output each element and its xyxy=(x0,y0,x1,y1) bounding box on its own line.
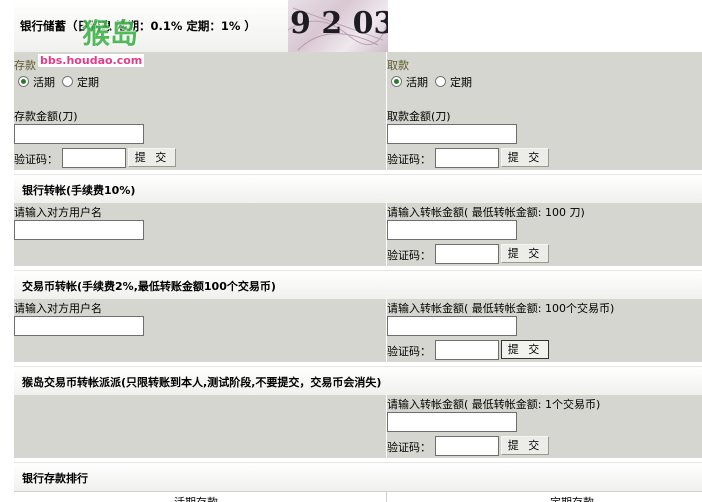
top-right-bar xyxy=(388,0,702,52)
bank-transfer-submit-button[interactable]: 提 交 xyxy=(501,244,549,263)
deposit-amount-input[interactable] xyxy=(14,124,144,144)
deposit-captcha-input[interactable] xyxy=(62,148,126,168)
monkey-transfer-captcha-label: 验证码： xyxy=(387,441,431,454)
coin-transfer-recipient-label: 请输入对方用户名 xyxy=(14,302,102,315)
withdraw-amount-input[interactable] xyxy=(387,124,517,144)
deposit-fixed-radio[interactable] xyxy=(62,76,73,87)
captcha-image: 9 2 03 xyxy=(288,0,388,52)
bank-transfer-captcha-input[interactable] xyxy=(435,244,499,264)
watermark-main: 猴岛 xyxy=(82,17,139,50)
withdraw-captcha-input[interactable] xyxy=(435,148,499,168)
ranking-columns: 活期存款 定期存款 xyxy=(14,491,702,502)
deposit-captcha-label: 验证码： xyxy=(14,153,58,166)
bank-transfer-captcha-label: 验证码： xyxy=(387,249,431,262)
withdraw-current-label: 活期 xyxy=(406,76,428,89)
deposit-current-radio[interactable] xyxy=(18,76,29,87)
coin-transfer-amount-label: 请输入转帐金额( 最低转帐金额: 100个交易币) xyxy=(387,302,615,315)
deposit-current-label: 活期 xyxy=(33,76,55,89)
deposit-submit-button[interactable]: 提 交 xyxy=(128,148,176,167)
monkey-transfer-amount-input[interactable] xyxy=(387,412,517,432)
coin-transfer-submit-button[interactable]: 提 交 xyxy=(501,340,549,359)
withdraw-captcha-label: 验证码： xyxy=(387,153,431,166)
bank-transfer-title: 银行转帐(手续费10%) xyxy=(22,184,136,197)
coin-transfer-recipient-input[interactable] xyxy=(14,316,144,336)
coin-transfer-title: 交易币转帐(手续费2%,最低转账金额100个交易币) xyxy=(22,280,276,293)
withdraw-submit-button[interactable]: 提 交 xyxy=(501,148,549,167)
monkey-transfer-title: 猴岛交易币转帐派派(只限转账到本人,测试阶段,不要提交，交易币会消失) xyxy=(22,376,382,389)
ranking-header: 银行存款排行 xyxy=(14,462,702,492)
coin-transfer-amount-input[interactable] xyxy=(387,316,517,336)
bank-transfer-amount-input[interactable] xyxy=(387,220,517,240)
deposit-title: 存款 xyxy=(14,59,36,72)
watermark-url: bbs.houdao.com xyxy=(38,54,145,67)
coin-transfer-captcha-label: 验证码： xyxy=(387,345,431,358)
withdraw-amount-label: 取款金额(刀) xyxy=(387,110,451,123)
monkey-transfer-amount-label: 请输入转帐金额( 最低转帐金额: 1个交易币) xyxy=(387,398,601,411)
ranking-title: 银行存款排行 xyxy=(22,472,88,485)
coin-transfer-captcha-input[interactable] xyxy=(435,340,499,360)
deposit-fixed-label: 定期 xyxy=(77,76,99,89)
captcha-code: 9 2 03 xyxy=(290,6,388,41)
withdraw-title: 取款 xyxy=(387,59,409,72)
bank-transfer-amount-label: 请输入转帐金额( 最低转帐金额: 100 刀) xyxy=(387,206,585,219)
monkey-transfer-submit-button[interactable]: 提 交 xyxy=(501,436,549,455)
deposit-amount-label: 存款金额(刀) xyxy=(14,110,78,123)
withdraw-fixed-radio[interactable] xyxy=(435,76,446,87)
bank-transfer-recipient-input[interactable] xyxy=(14,220,144,240)
withdraw-current-radio[interactable] xyxy=(391,76,402,87)
coin-transfer-header: 交易币转帐(手续费2%,最低转账金额100个交易币) xyxy=(14,270,702,300)
bank-transfer-recipient-label: 请输入对方用户名 xyxy=(14,206,102,219)
monkey-transfer-header: 猴岛交易币转帐派派(只限转账到本人,测试阶段,不要提交，交易币会消失) xyxy=(14,366,702,396)
monkey-transfer-captcha-input[interactable] xyxy=(435,436,499,456)
withdraw-fixed-label: 定期 xyxy=(450,76,472,89)
bank-transfer-header: 银行转帐(手续费10%) xyxy=(14,174,702,204)
